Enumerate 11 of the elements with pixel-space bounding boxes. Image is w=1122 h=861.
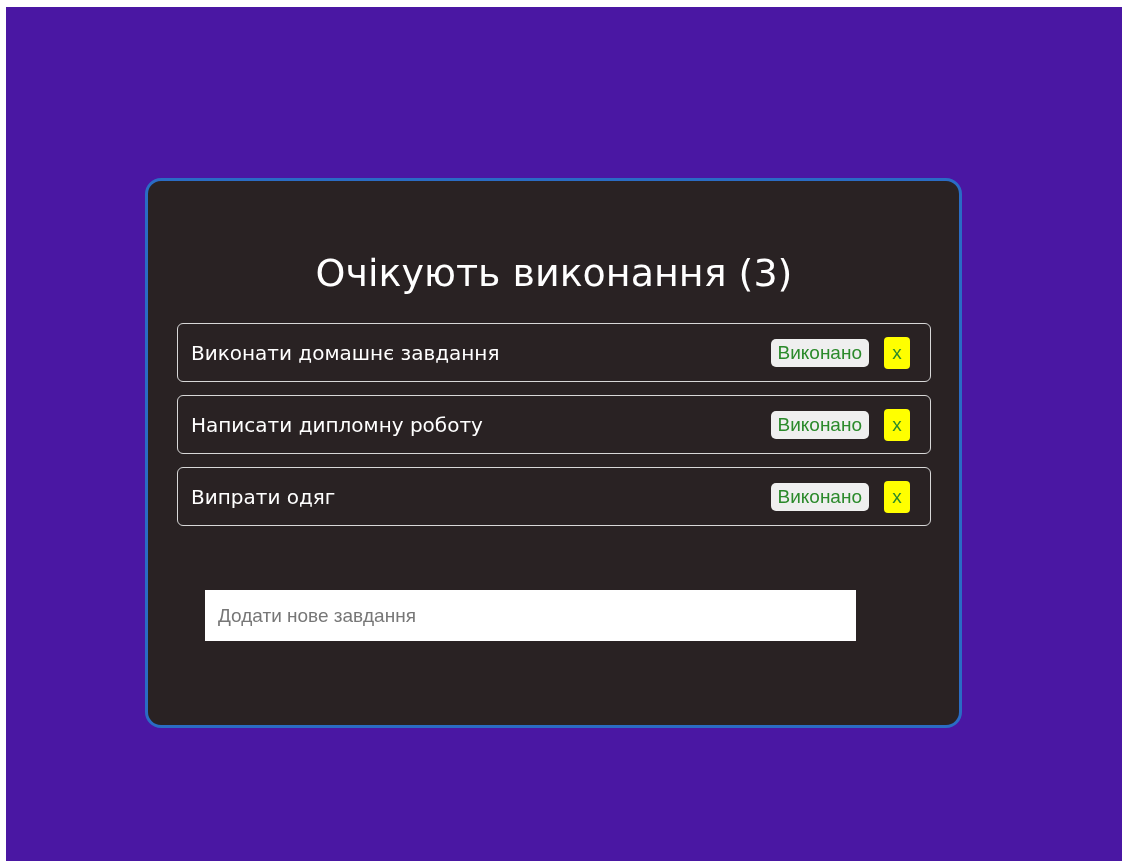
delete-button[interactable]: x bbox=[884, 408, 910, 441]
task-text: Написати дипломну роботу bbox=[191, 412, 484, 437]
done-button[interactable]: Виконано bbox=[770, 338, 869, 367]
list-title: Очікують виконання (3) bbox=[314, 250, 794, 297]
task-text: Виконати домашнє завдання bbox=[191, 340, 501, 365]
delete-button[interactable]: x bbox=[884, 336, 910, 369]
new-task-field[interactable]: Додати нове завдання bbox=[205, 590, 856, 641]
delete-button[interactable]: x bbox=[884, 480, 910, 513]
done-button[interactable]: Виконано bbox=[770, 482, 869, 511]
task-text: Випрати одяг bbox=[191, 484, 337, 509]
done-button[interactable]: Виконано bbox=[770, 410, 869, 439]
